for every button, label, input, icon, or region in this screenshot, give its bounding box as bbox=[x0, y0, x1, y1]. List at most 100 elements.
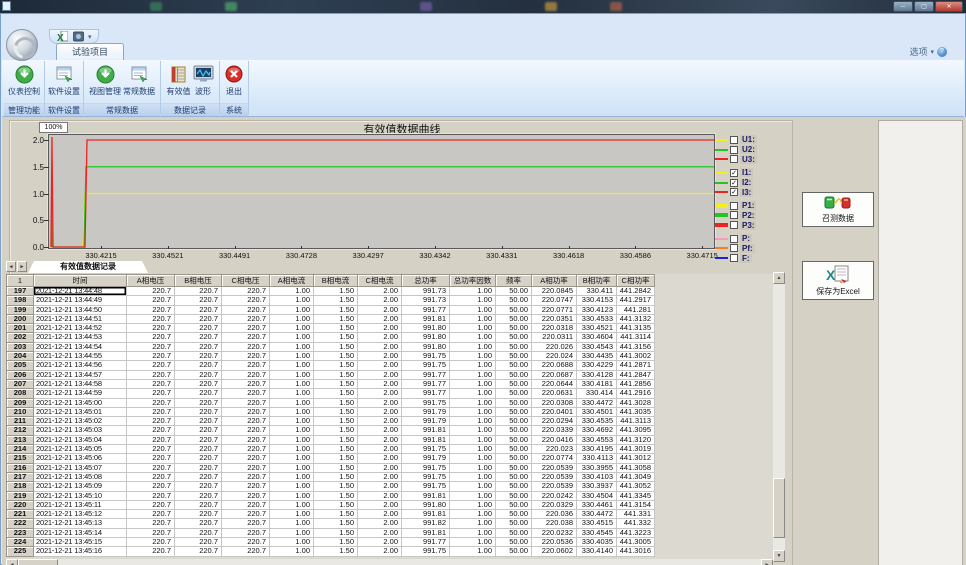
row-number-cell[interactable]: 223 bbox=[7, 528, 34, 537]
table-cell[interactable]: 1.50 bbox=[314, 472, 358, 481]
table-cell[interactable]: 330.3955 bbox=[577, 463, 617, 472]
table-cell[interactable]: 1.00 bbox=[270, 352, 314, 361]
row-number-cell[interactable]: 217 bbox=[7, 472, 34, 481]
table-cell[interactable]: 441.2847 bbox=[617, 370, 655, 379]
table-cell[interactable]: 2021-12-21 13:44:51 bbox=[34, 314, 127, 323]
table-cell[interactable]: 220.7 bbox=[127, 491, 175, 500]
table-cell[interactable]: 1.00 bbox=[270, 500, 314, 509]
table-cell[interactable]: 1.00 bbox=[270, 472, 314, 481]
table-cell[interactable]: 1.50 bbox=[314, 407, 358, 416]
table-cell[interactable]: 50.00 bbox=[496, 528, 532, 537]
table-cell[interactable]: 1.00 bbox=[270, 547, 314, 556]
table-cell[interactable]: 1.00 bbox=[270, 454, 314, 463]
ribbon-button-rms-value[interactable]: 有效值 bbox=[166, 63, 192, 103]
table-cell[interactable]: 330.4545 bbox=[577, 528, 617, 537]
table-cell[interactable]: 220.7 bbox=[127, 417, 175, 426]
row-number-cell[interactable]: 216 bbox=[7, 463, 34, 472]
table-cell[interactable]: 50.00 bbox=[496, 463, 532, 472]
table-cell[interactable]: 220.0351 bbox=[532, 314, 577, 323]
table-cell[interactable]: 220.7 bbox=[127, 389, 175, 398]
table-cell[interactable]: 330.4035 bbox=[577, 538, 617, 547]
table-cell[interactable]: 330.4103 bbox=[577, 472, 617, 481]
table-cell[interactable]: 441.3005 bbox=[617, 538, 655, 547]
table-cell[interactable]: 441.2917 bbox=[617, 296, 655, 305]
table-cell[interactable]: 220.7 bbox=[127, 379, 175, 388]
table-cell[interactable]: 220.7 bbox=[175, 342, 222, 351]
table-cell[interactable]: 50.00 bbox=[496, 547, 532, 556]
table-cell[interactable]: 220.0318 bbox=[532, 324, 577, 333]
table-cell[interactable]: 220.7 bbox=[175, 463, 222, 472]
table-cell[interactable]: 220.024 bbox=[532, 352, 577, 361]
row-number-cell[interactable]: 218 bbox=[7, 482, 34, 491]
table-cell[interactable]: 220.7 bbox=[222, 398, 270, 407]
table-cell[interactable]: 2021-12-21 13:45:12 bbox=[34, 510, 127, 519]
table-cell[interactable]: 1.50 bbox=[314, 305, 358, 314]
table-cell[interactable]: 220.7 bbox=[222, 547, 270, 556]
table-cell[interactable]: 991.75 bbox=[402, 482, 450, 491]
table-cell[interactable]: 50.00 bbox=[496, 333, 532, 342]
table-cell[interactable]: 2.00 bbox=[358, 379, 402, 388]
table-cell[interactable]: 2021-12-21 13:44:48 bbox=[34, 287, 127, 296]
table-cell[interactable]: 220.7 bbox=[127, 482, 175, 491]
table-cell[interactable]: 330.4604 bbox=[577, 333, 617, 342]
table-cell[interactable]: 1.00 bbox=[450, 398, 496, 407]
table-cell[interactable]: 2.00 bbox=[358, 454, 402, 463]
row-number-cell[interactable]: 221 bbox=[7, 510, 34, 519]
table-cell[interactable]: 1.50 bbox=[314, 314, 358, 323]
table-cell[interactable]: 220.0688 bbox=[532, 361, 577, 370]
table-cell[interactable]: 220.7 bbox=[175, 528, 222, 537]
table-cell[interactable]: 991.81 bbox=[402, 510, 450, 519]
table-cell[interactable]: 1.00 bbox=[270, 463, 314, 472]
table-cell[interactable]: 2.00 bbox=[358, 352, 402, 361]
legend-checkbox[interactable] bbox=[730, 244, 738, 252]
table-cell[interactable]: 50.00 bbox=[496, 445, 532, 454]
table-cell[interactable]: 220.0311 bbox=[532, 333, 577, 342]
table-cell[interactable]: 220.7 bbox=[127, 287, 175, 296]
table-cell[interactable]: 1.00 bbox=[450, 426, 496, 435]
table-cell[interactable]: 1.00 bbox=[450, 528, 496, 537]
table-cell[interactable]: 330.4692 bbox=[577, 426, 617, 435]
table-cell[interactable]: 2021-12-21 13:45:03 bbox=[34, 426, 127, 435]
table-cell[interactable]: 220.0294 bbox=[532, 417, 577, 426]
table-column-header[interactable]: 总功率因数 bbox=[450, 275, 496, 287]
table-cell[interactable]: 1.00 bbox=[450, 361, 496, 370]
row-number-cell[interactable]: 200 bbox=[7, 314, 34, 323]
table-cell[interactable]: 50.00 bbox=[496, 538, 532, 547]
table-cell[interactable]: 220.7 bbox=[222, 463, 270, 472]
table-cell[interactable]: 2.00 bbox=[358, 398, 402, 407]
table-cell[interactable]: 1.50 bbox=[314, 528, 358, 537]
table-cell[interactable]: 220.7 bbox=[175, 417, 222, 426]
row-number-cell[interactable]: 210 bbox=[7, 407, 34, 416]
table-cell[interactable]: 441.3154 bbox=[617, 500, 655, 509]
table-cell[interactable]: 1.50 bbox=[314, 445, 358, 454]
table-cell[interactable]: 330.4501 bbox=[577, 407, 617, 416]
table-cell[interactable]: 2021-12-21 13:45:16 bbox=[34, 547, 127, 556]
table-cell[interactable]: 1.00 bbox=[270, 491, 314, 500]
table-cell[interactable]: 330.4123 bbox=[577, 305, 617, 314]
table-cell[interactable]: 220.7 bbox=[222, 389, 270, 398]
table-cell[interactable]: 441.2842 bbox=[617, 287, 655, 296]
close-button[interactable]: ✕ bbox=[935, 1, 963, 12]
table-cell[interactable]: 2.00 bbox=[358, 361, 402, 370]
table-cell[interactable]: 220.0242 bbox=[532, 491, 577, 500]
table-cell[interactable]: 220.7 bbox=[175, 398, 222, 407]
table-cell[interactable]: 2021-12-21 13:45:11 bbox=[34, 500, 127, 509]
row-number-cell[interactable]: 211 bbox=[7, 417, 34, 426]
table-cell[interactable]: 220.7 bbox=[127, 454, 175, 463]
table-cell[interactable]: 330.4181 bbox=[577, 379, 617, 388]
table-cell[interactable]: 2021-12-21 13:45:01 bbox=[34, 407, 127, 416]
table-cell[interactable]: 220.7 bbox=[175, 510, 222, 519]
table-cell[interactable]: 2021-12-21 13:44:49 bbox=[34, 296, 127, 305]
table-cell[interactable]: 1.50 bbox=[314, 324, 358, 333]
ribbon-button-exit[interactable]: 退出 bbox=[224, 63, 244, 103]
table-cell[interactable]: 1.00 bbox=[450, 538, 496, 547]
table-cell[interactable]: 220.7 bbox=[127, 352, 175, 361]
row-number-cell[interactable]: 222 bbox=[7, 519, 34, 528]
table-cell[interactable]: 1.50 bbox=[314, 538, 358, 547]
table-cell[interactable]: 991.80 bbox=[402, 333, 450, 342]
legend-checkbox[interactable] bbox=[730, 221, 738, 229]
table-cell[interactable]: 220.0539 bbox=[532, 463, 577, 472]
table-cell[interactable]: 50.00 bbox=[496, 454, 532, 463]
table-cell[interactable]: 220.7 bbox=[175, 426, 222, 435]
table-cell[interactable]: 220.7 bbox=[222, 287, 270, 296]
